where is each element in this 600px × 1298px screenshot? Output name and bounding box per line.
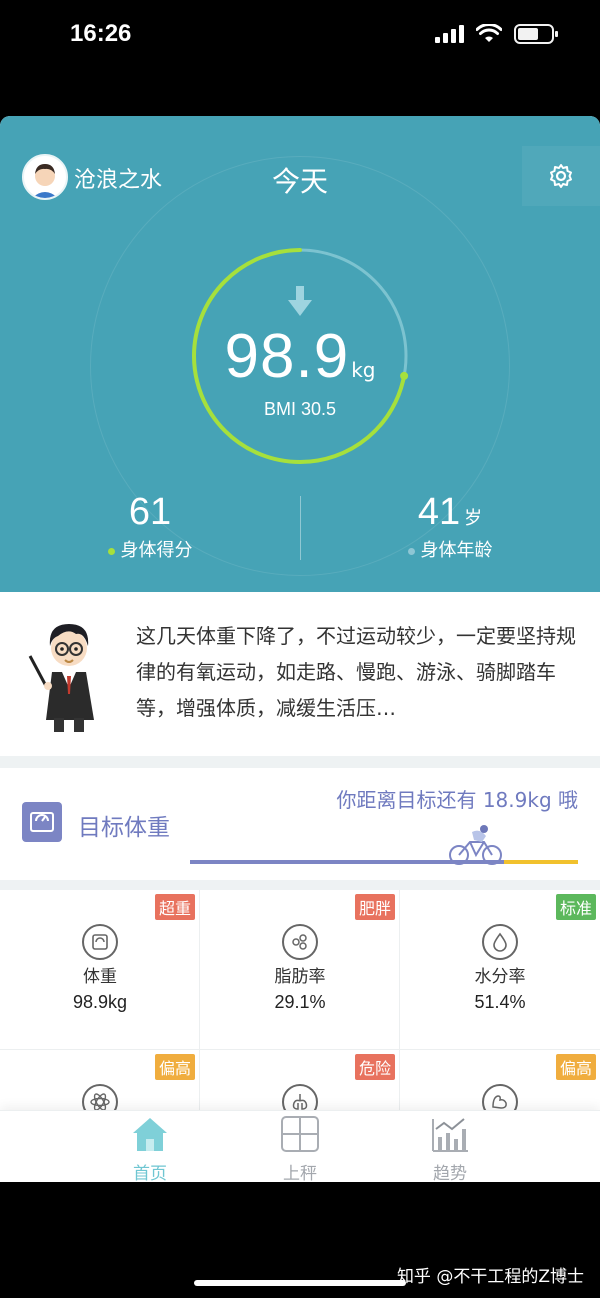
metric-value: 51.4% bbox=[474, 992, 526, 1012]
scale-icon bbox=[82, 924, 118, 960]
fat-icon bbox=[282, 924, 318, 960]
metric-status-badge: 危险 bbox=[354, 1054, 395, 1080]
page-title: 今天 bbox=[271, 165, 328, 198]
body-age-unit: 岁 bbox=[464, 508, 483, 529]
advice-text: 这几天体重下降了，不过运动较少，一定要坚持规律的有氧运动，如走路、慢跑、游泳、骑… bbox=[136, 624, 576, 720]
settings-button[interactable] bbox=[522, 146, 600, 206]
scale-tab-icon bbox=[281, 1116, 319, 1152]
body-age-value: 41 bbox=[417, 491, 461, 533]
bmi-value: BMI 30.5 bbox=[263, 399, 337, 419]
watermark: 知乎 @不干工程的Z博士 bbox=[396, 1267, 584, 1287]
metric-name: 体重 bbox=[83, 967, 117, 987]
metric-name: 脂肪率 bbox=[274, 967, 326, 987]
body-age-label: 身体年龄 bbox=[420, 540, 493, 561]
health-advice-card[interactable]: 这几天体重下降了，不过运动较少，一定要坚持规律的有氧运动，如走路、慢跑、游泳、骑… bbox=[0, 592, 600, 756]
body-score-value: 61 bbox=[128, 491, 172, 533]
body-score-dot bbox=[107, 547, 115, 555]
battery-icon bbox=[514, 24, 558, 44]
tab-weigh-label: 上秤 bbox=[283, 1164, 317, 1182]
tab-home-label: 首页 bbox=[133, 1164, 167, 1182]
metric-value: 98.9kg bbox=[72, 992, 128, 1012]
home-icon bbox=[133, 1118, 167, 1151]
bottom-tab-bar: 首页 上秤 趋势 bbox=[0, 1110, 600, 1182]
metric-status-badge: 偏高 bbox=[555, 1054, 596, 1080]
body-score-label: 身体得分 bbox=[120, 540, 193, 561]
metric-water[interactable]: 标准 水分率 51.4% bbox=[400, 890, 600, 1050]
metric-status-badge: 偏高 bbox=[154, 1054, 195, 1080]
gear-icon bbox=[550, 164, 572, 188]
app-screen: 沧浪之水 今天 98.9 kg BMI 30.5 61 身体得分 41 岁 身体… bbox=[0, 116, 600, 1182]
goal-remaining-tip: 你距离目标还有 18.9kg 哦 bbox=[336, 788, 578, 812]
metric-weight[interactable]: 超重 体重 98.9kg bbox=[0, 890, 200, 1050]
tab-trend[interactable]: 趋势 bbox=[400, 1115, 500, 1182]
metric-value: 29.1% bbox=[274, 992, 326, 1012]
tab-trend-label: 趋势 bbox=[433, 1164, 467, 1182]
body-score[interactable]: 61 身体得分 bbox=[0, 491, 300, 562]
metric-status-badge: 肥胖 bbox=[354, 894, 395, 920]
trend-down-arrow-icon bbox=[288, 286, 312, 316]
metric-status-badge: 标准 bbox=[555, 894, 596, 920]
metric-body-fat[interactable]: 肥胖 脂肪率 29.1% bbox=[200, 890, 400, 1050]
status-time: 16:26 bbox=[70, 20, 132, 47]
metric-status-badge: 超重 bbox=[154, 894, 195, 920]
goal-progress-bar bbox=[190, 860, 578, 864]
weight-reading: 98.9 kg bbox=[0, 321, 600, 392]
tab-home[interactable]: 首页 bbox=[100, 1115, 200, 1182]
wifi-icon bbox=[476, 24, 502, 42]
status-bar: 16:26 bbox=[0, 0, 600, 116]
goal-weight-card[interactable]: 目标体重 你距离目标还有 18.9kg 哦 bbox=[0, 768, 600, 880]
home-indicator[interactable] bbox=[194, 1280, 406, 1286]
doctor-character-icon bbox=[28, 624, 94, 732]
water-drop-icon bbox=[482, 924, 518, 960]
metric-name: 水分率 bbox=[474, 967, 526, 987]
goal-progress-remaining bbox=[504, 860, 578, 864]
weight-summary-panel: 沧浪之水 今天 98.9 kg BMI 30.5 61 身体得分 41 岁 身体… bbox=[0, 116, 600, 592]
cellular-signal-icon bbox=[435, 25, 464, 43]
section-gap bbox=[0, 756, 600, 768]
goal-scale-icon bbox=[22, 802, 62, 842]
trend-icon bbox=[432, 1118, 468, 1152]
goal-label: 目标体重 bbox=[78, 815, 170, 841]
tab-weigh[interactable]: 上秤 bbox=[250, 1115, 350, 1182]
body-age[interactable]: 41 岁 身体年龄 bbox=[300, 491, 600, 562]
weight-unit: kg bbox=[351, 358, 376, 382]
status-icons bbox=[435, 24, 558, 44]
body-age-dot bbox=[407, 547, 415, 555]
weight-value: 98.9 bbox=[224, 322, 350, 391]
